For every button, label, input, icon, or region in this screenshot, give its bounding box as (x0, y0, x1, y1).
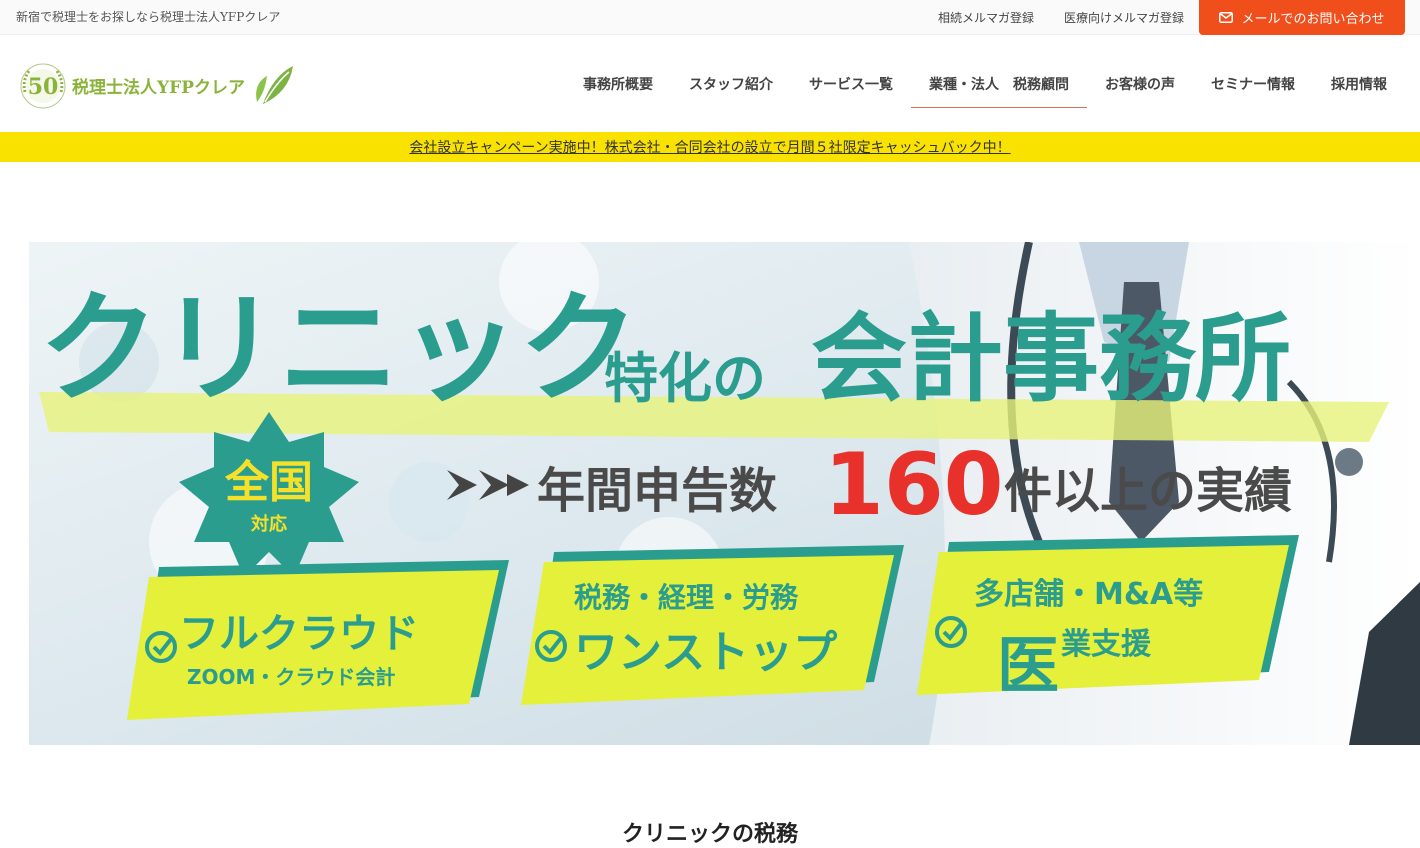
site-tagline: 新宿で税理士をお探しなら税理士法人YFPクレア (16, 10, 281, 24)
site-header: 50 税理士法人YFPクレア 事務所概要 スタッフ紹介 サービス一覧 業種・法人… (0, 35, 1420, 132)
nav-item-seminars[interactable]: セミナー情報 (1193, 35, 1313, 132)
record-suffix: 件以上の実績 (1004, 463, 1292, 519)
hero-banner[interactable]: クリニック 特化の 会計事務所 全国 対応 年間申告数 160 件以上の実績 フ… (29, 242, 1420, 745)
nav-item-office-overview[interactable]: 事務所概要 (565, 35, 671, 132)
nav-item-staff[interactable]: スタッフ紹介 (671, 35, 791, 132)
nav-item-recruit[interactable]: 採用情報 (1313, 35, 1405, 132)
feature-card-onestop: 税務・経理・労務 ワンストップ (521, 545, 904, 705)
feature-card-cloud: フルクラウド ZOOM・クラウド会計 (127, 560, 509, 720)
record-number: 160 (824, 435, 1004, 535)
card-cloud-sub: ZOOM・クラウド会計 (187, 665, 395, 689)
medical-newsletter-link[interactable]: 医療向けメルマガ登録 (1064, 9, 1184, 26)
card-onestop-title: 税務・経理・労務 (574, 581, 799, 614)
card-onestop-sub: ワンストップ (574, 627, 837, 678)
card-medical-title: 多店舗・M&A等 (974, 577, 1203, 612)
mail-contact-button[interactable]: メールでのお問い合わせ (1199, 0, 1405, 35)
nav-item-testimonials[interactable]: お客様の声 (1087, 35, 1193, 132)
card-medical-big: 医 (997, 629, 1059, 702)
mail-contact-label: メールでのお問い合わせ (1241, 12, 1385, 27)
section-title: クリニックの税務 (621, 821, 798, 847)
nav-item-industry-advisory[interactable]: 業種・法人 税務顧問 (911, 35, 1087, 132)
envelope-icon (1219, 12, 1234, 23)
campaign-link[interactable]: 会社設立キャンペーン実施中！株式会社・合同会社の設立で月間５社限定キャッシュバッ… (409, 137, 1010, 157)
badge-support: 対応 (250, 513, 287, 535)
nav-item-services[interactable]: サービス一覧 (791, 35, 911, 132)
card-medical-sub: 業支援 (1061, 627, 1152, 662)
anniversary-badge-icon: 50 (16, 59, 68, 111)
card-cloud-title: フルクラウド (179, 611, 419, 657)
inheritance-newsletter-link[interactable]: 相続メルマガ登録 (938, 9, 1034, 26)
record-prefix: 年間申告数 (537, 463, 777, 519)
main-nav: 事務所概要 スタッフ紹介 サービス一覧 業種・法人 税務顧問 お客様の声 セミナ… (565, 35, 1405, 132)
campaign-banner: 会社設立キャンペーン実施中！株式会社・合同会社の設立で月間５社限定キャッシュバッ… (0, 132, 1420, 162)
top-bar: 新宿で税理士をお探しなら税理士法人YFPクレア 相続メルマガ登録 医療向けメルマ… (0, 0, 1420, 35)
headline-clinic: クリニック (39, 280, 639, 419)
badge-nationwide: 全国 (224, 457, 313, 508)
top-links: 相続メルマガ登録 医療向けメルマガ登録 (938, 9, 1184, 26)
site-logo[interactable]: 50 税理士法人YFPクレア (16, 59, 295, 111)
badge-number: 50 (28, 74, 59, 100)
leaf-icon (256, 66, 293, 104)
headline-specialized: 特化の (604, 347, 766, 410)
logo-name: 税理士法人YFPクレア (72, 77, 245, 98)
feature-card-medical: 多店舗・M&A等 医 業支援 (917, 535, 1299, 702)
headline-office: 会計事務所 (811, 303, 1291, 415)
